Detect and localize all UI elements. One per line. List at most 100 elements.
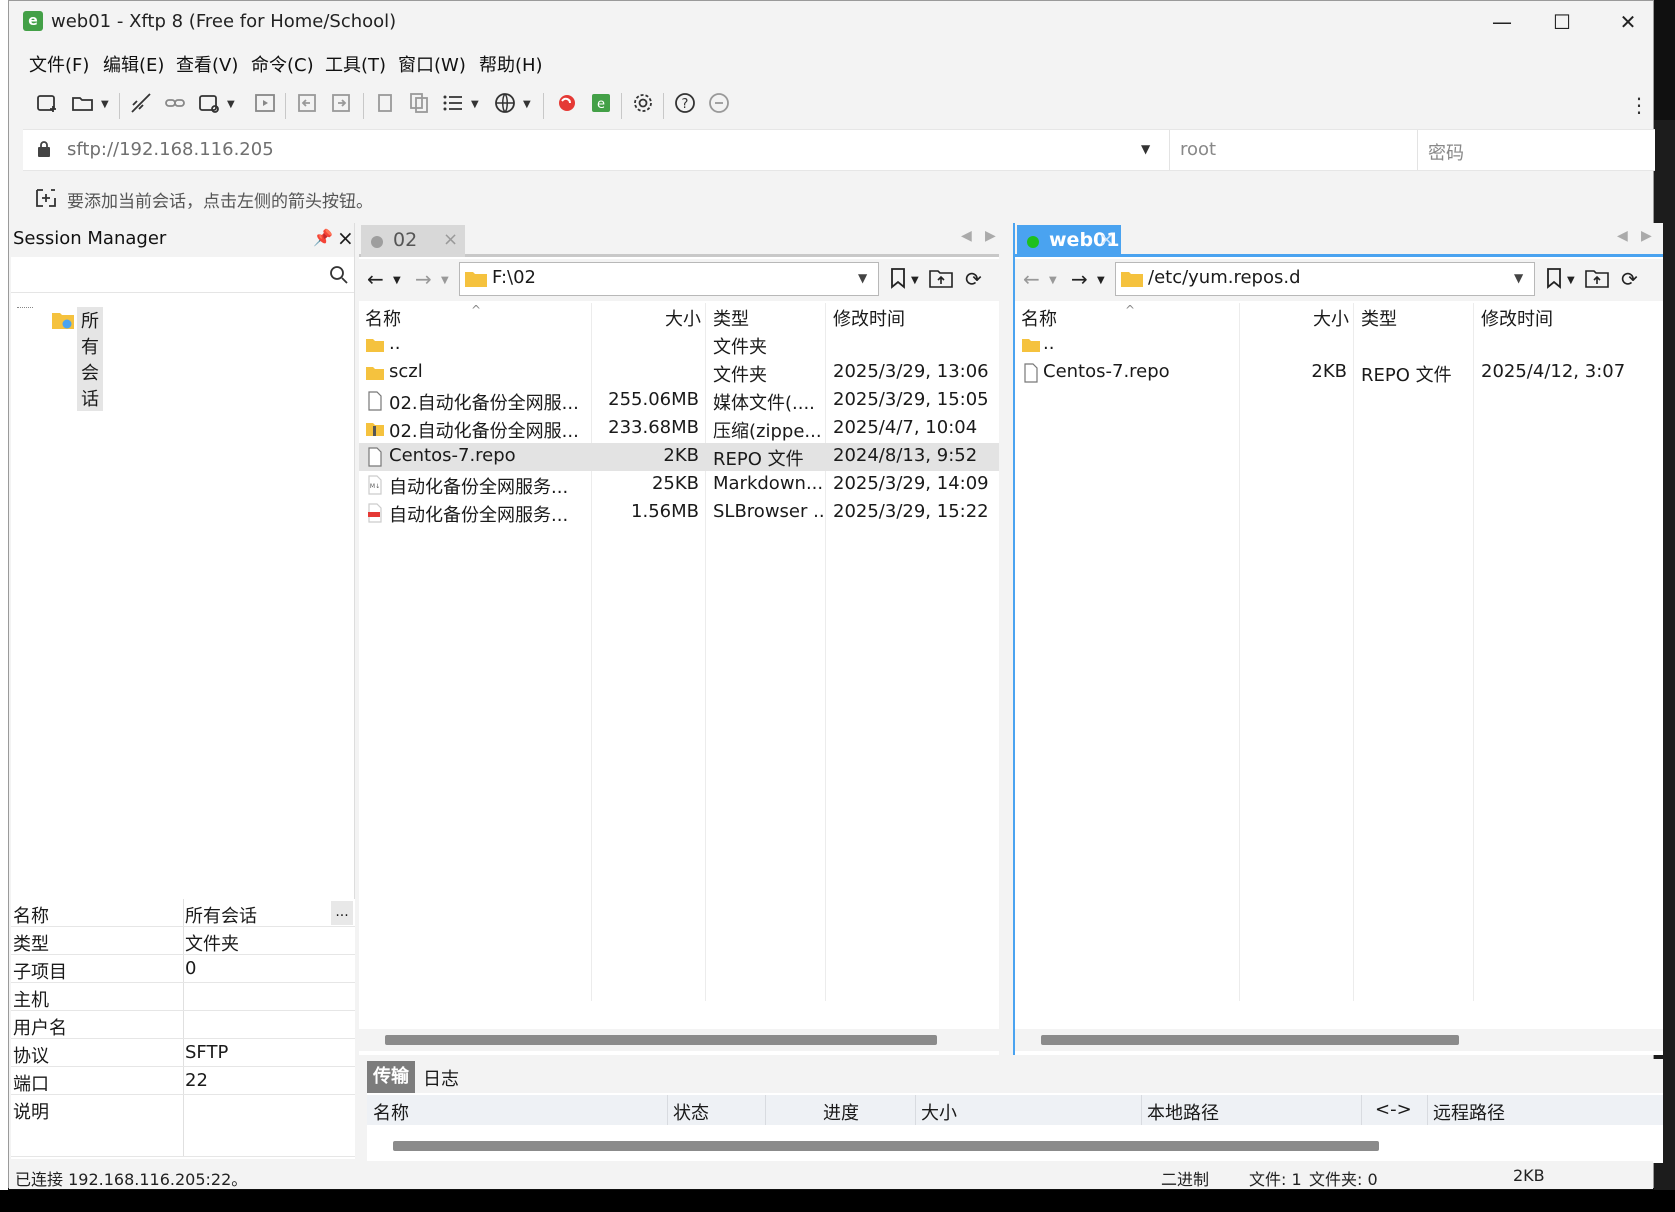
- menu-edit[interactable]: 编辑(E): [103, 51, 164, 77]
- forward-arrow-icon[interactable]: →: [415, 267, 432, 291]
- menu-view[interactable]: 查看(V): [176, 51, 238, 77]
- search-icon[interactable]: [329, 265, 349, 285]
- file-row[interactable]: 02.自动化备份全网服... 233.68MB 压缩(zippe... 2025…: [359, 415, 999, 443]
- menu-help[interactable]: 帮助(H): [479, 51, 543, 77]
- column-size[interactable]: 大小: [665, 305, 701, 331]
- menu-window[interactable]: 窗口(W): [398, 51, 466, 77]
- tab-scroll-left-icon[interactable]: ◀: [961, 228, 972, 244]
- transfer-horizontal-scrollbar[interactable]: [393, 1141, 1379, 1151]
- forward-arrow-icon[interactable]: →: [1071, 267, 1088, 291]
- refresh-icon[interactable]: ⟳: [965, 267, 982, 291]
- maximize-button[interactable]: ☐: [1539, 7, 1585, 37]
- tab-local[interactable]: 02 ×: [361, 225, 465, 257]
- back-dropdown-icon[interactable]: ▼: [1049, 275, 1057, 286]
- bookmark-icon[interactable]: [1545, 267, 1563, 294]
- column-size[interactable]: 大小: [1313, 305, 1349, 331]
- more-options-icon[interactable]: ⋮: [1629, 91, 1649, 119]
- open-folder-icon[interactable]: [69, 91, 97, 119]
- file-row[interactable]: .. 文件夹: [359, 331, 999, 359]
- back-dropdown-icon[interactable]: ▼: [393, 275, 401, 286]
- session-dropdown-icon[interactable]: ▼: [227, 91, 239, 119]
- column-direction[interactable]: <->: [1375, 1099, 1412, 1120]
- link-icon[interactable]: [161, 91, 189, 119]
- column-remote-path[interactable]: 远程路径: [1433, 1099, 1505, 1125]
- parent-folder-icon[interactable]: [1585, 267, 1609, 294]
- upload-left-icon[interactable]: [293, 91, 321, 119]
- host-address-input[interactable]: sftp://192.168.116.205: [67, 139, 274, 160]
- property-more-button[interactable]: ...: [331, 901, 353, 925]
- minimize-button[interactable]: —: [1479, 7, 1525, 37]
- tab-remote-web01[interactable]: web01 ×: [1017, 225, 1121, 257]
- path-dropdown-icon[interactable]: ▼: [1514, 271, 1523, 285]
- file-row[interactable]: 自动化备份全网服务... 1.56MB SLBrowser ... 2025/3…: [359, 499, 999, 527]
- username-input[interactable]: root: [1169, 130, 1417, 170]
- pin-icon[interactable]: 📌: [313, 228, 333, 247]
- bookmark-icon[interactable]: [889, 267, 907, 294]
- column-type[interactable]: 类型: [713, 305, 749, 331]
- help-icon[interactable]: ?: [671, 91, 699, 119]
- xftp-new-window-icon[interactable]: e: [587, 91, 615, 119]
- bookmark-dropdown-icon[interactable]: ▼: [911, 275, 919, 286]
- column-name[interactable]: 名称: [1021, 305, 1057, 331]
- gear-icon[interactable]: [629, 91, 657, 119]
- tab-close-icon[interactable]: ×: [1099, 229, 1114, 250]
- tab-close-icon[interactable]: ×: [443, 229, 458, 250]
- add-session-arrow-icon[interactable]: [35, 188, 57, 208]
- refresh-icon[interactable]: ⟳: [1621, 267, 1638, 291]
- column-progress[interactable]: 进度: [823, 1099, 859, 1125]
- encoding-dropdown-icon[interactable]: ▼: [523, 91, 535, 119]
- menu-file[interactable]: 文件(F): [29, 51, 89, 77]
- folder-icon: [465, 272, 487, 287]
- bookmark-dropdown-icon[interactable]: ▼: [1567, 275, 1575, 286]
- list-view-icon[interactable]: [439, 91, 467, 119]
- file-row[interactable]: 02.自动化备份全网服... 255.06MB 媒体文件(.... 2025/3…: [359, 387, 999, 415]
- column-modified[interactable]: 修改时间: [1481, 305, 1553, 331]
- forward-dropdown-icon[interactable]: ▼: [1097, 275, 1105, 286]
- close-window-button[interactable]: ✕: [1605, 7, 1651, 37]
- session-settings-icon[interactable]: [195, 91, 223, 119]
- open-dropdown-icon[interactable]: ▼: [101, 91, 113, 119]
- session-search-input[interactable]: [11, 257, 354, 293]
- view-dropdown-icon[interactable]: ▼: [471, 91, 483, 119]
- remote-horizontal-scrollbar[interactable]: [1041, 1035, 1459, 1045]
- copy-icon[interactable]: [371, 91, 399, 119]
- menu-tools[interactable]: 工具(T): [325, 51, 386, 77]
- download-right-icon[interactable]: [327, 91, 355, 119]
- paste-icon[interactable]: [405, 91, 433, 119]
- file-row[interactable]: Centos-7.repo 2KB REPO 文件 2025/4/12, 3:0…: [1015, 359, 1655, 387]
- new-session-icon[interactable]: [33, 91, 61, 119]
- file-row[interactable]: M↓ 自动化备份全网服务... 25KB Markdown... 2025/3/…: [359, 471, 999, 499]
- tab-scroll-right-icon[interactable]: ▶: [985, 228, 996, 244]
- transfer-play-icon[interactable]: [251, 91, 279, 119]
- password-input[interactable]: 密码: [1417, 130, 1655, 170]
- forward-dropdown-icon[interactable]: ▼: [441, 275, 449, 286]
- column-modified[interactable]: 修改时间: [833, 305, 905, 331]
- column-size[interactable]: 大小: [921, 1099, 957, 1125]
- column-name[interactable]: 名称: [365, 305, 401, 331]
- column-name[interactable]: 名称: [373, 1099, 409, 1125]
- column-local-path[interactable]: 本地路径: [1147, 1099, 1219, 1125]
- tab-transfer[interactable]: 传输: [367, 1061, 415, 1093]
- disconnect-icon[interactable]: [127, 91, 155, 119]
- local-path-input[interactable]: F:\02 ▼: [459, 262, 879, 296]
- back-arrow-icon[interactable]: ←: [367, 267, 384, 291]
- xshell-icon[interactable]: [553, 91, 581, 119]
- tab-scroll-right-icon[interactable]: ▶: [1641, 228, 1652, 244]
- file-row-selected[interactable]: Centos-7.repo 2KB REPO 文件 2024/8/13, 9:5…: [359, 443, 999, 471]
- column-status[interactable]: 状态: [673, 1099, 709, 1125]
- back-arrow-icon[interactable]: ←: [1023, 267, 1040, 291]
- path-dropdown-icon[interactable]: ▼: [858, 271, 867, 285]
- menu-command[interactable]: 命令(C): [251, 51, 314, 77]
- local-horizontal-scrollbar[interactable]: [385, 1035, 937, 1045]
- file-row[interactable]: sczl 文件夹 2025/3/29, 13:06: [359, 359, 999, 387]
- close-panel-icon[interactable]: ×: [337, 226, 354, 250]
- globe-icon[interactable]: [491, 91, 519, 119]
- column-type[interactable]: 类型: [1361, 305, 1397, 331]
- tab-scroll-left-icon[interactable]: ◀: [1617, 228, 1628, 244]
- remote-path-input[interactable]: /etc/yum.repos.d ▼: [1115, 262, 1535, 296]
- file-row[interactable]: ..: [1015, 331, 1655, 359]
- parent-folder-icon[interactable]: [929, 267, 953, 294]
- chat-icon[interactable]: [705, 91, 733, 119]
- address-dropdown-icon[interactable]: ▼: [1141, 142, 1150, 156]
- tab-log[interactable]: 日志: [423, 1065, 459, 1091]
